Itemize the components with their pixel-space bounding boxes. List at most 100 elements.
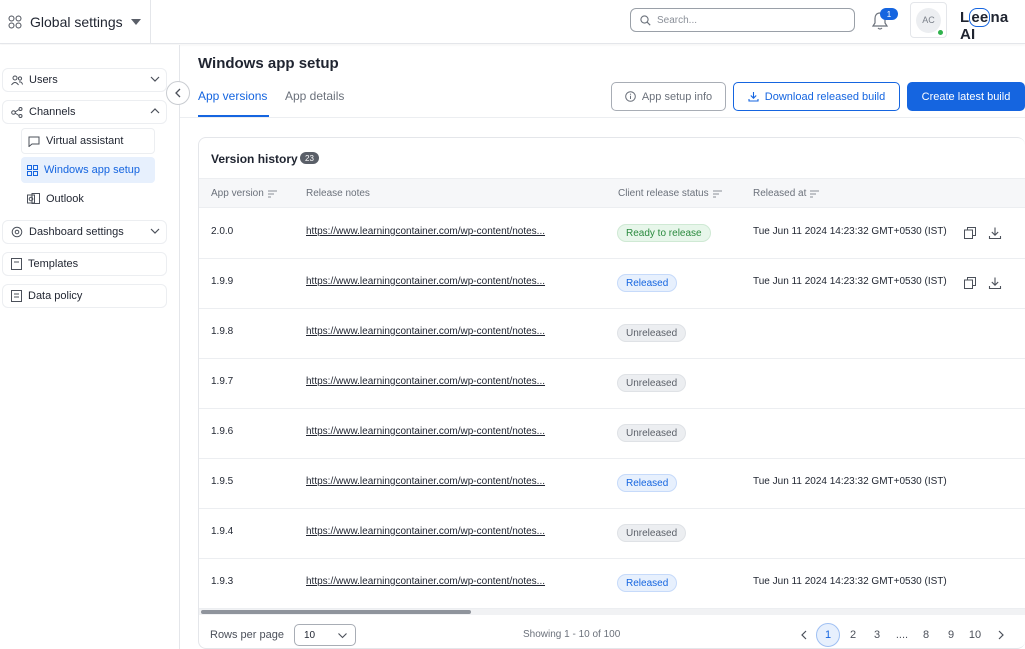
info-icon [625, 91, 636, 102]
sort-icon [810, 190, 820, 197]
status-badge: Released [617, 574, 678, 592]
table-row: 1.9.7 https://www.learningcontainer.com/w… [199, 359, 1025, 409]
status-badge: Unreleased [617, 374, 687, 392]
page-button[interactable]: 9 [939, 623, 963, 647]
page-button[interactable]: 8 [914, 623, 938, 647]
column-header-app-version[interactable]: App version [211, 188, 277, 199]
column-label: Release notes [306, 188, 370, 199]
table-row: 2.0.0 https://www.learningcontainer.com/w… [199, 209, 1025, 259]
table-row: 1.9.3 https://www.learningcontainer.com/w… [199, 559, 1025, 609]
search-input[interactable] [657, 14, 837, 26]
status-badge: Unreleased [617, 524, 687, 542]
sidebar-collapse-button[interactable] [166, 81, 190, 105]
app-version-cell: 1.9.8 [211, 326, 234, 337]
table-row: 1.9.9 https://www.learningcontainer.com/w… [199, 259, 1025, 309]
release-notes-link[interactable]: https://www.learningcontainer.com/wp-con… [306, 476, 545, 487]
caret-down-icon [130, 19, 141, 25]
status-badge: Released [617, 274, 678, 292]
chevron-left-icon [175, 88, 181, 98]
app-switcher[interactable]: Global settings [0, 0, 151, 44]
column-label: App version [211, 188, 264, 199]
button-label: Download released build [764, 90, 886, 103]
released-at-cell: Tue Jun 11 2024 14:23:32 GMT+0530 (IST) [753, 226, 947, 237]
button-label: Create latest build [921, 90, 1011, 103]
outlook-icon [27, 193, 40, 204]
tab-app-versions[interactable]: App versions [198, 89, 267, 103]
rows-per-page-value: 10 [304, 629, 316, 641]
chevron-up-icon [150, 108, 160, 114]
sidebar-item-windows-app-setup[interactable]: Windows app setup [21, 157, 155, 183]
pagination-ellipsis: .... [895, 629, 909, 641]
page-button[interactable]: 2 [841, 623, 865, 647]
sidebar-item-outlook[interactable]: Outlook [21, 186, 155, 212]
app-version-cell: 2.0.0 [211, 226, 234, 237]
sidebar-item-users[interactable]: Users [2, 68, 167, 92]
page-button[interactable]: 3 [865, 623, 889, 647]
version-history-title: Version history [211, 152, 298, 166]
sidebar-item-label: Windows app setup [44, 164, 140, 176]
previous-page-button[interactable] [792, 623, 816, 647]
release-notes-link[interactable]: https://www.learningcontainer.com/wp-con… [306, 576, 545, 587]
horizontal-scrollbar-thumb[interactable] [201, 610, 471, 614]
notification-badge: 1 [880, 8, 898, 20]
sidebar-item-templates[interactable]: Templates [2, 252, 167, 276]
release-notes-link[interactable]: https://www.learningcontainer.com/wp-con… [306, 526, 545, 537]
gear-icon [11, 226, 23, 238]
download-released-build-button[interactable]: Download released build [733, 82, 900, 111]
release-notes-link[interactable]: https://www.learningcontainer.com/wp-con… [306, 326, 545, 337]
status-badge: Unreleased [617, 324, 687, 342]
sidebar-item-virtual-assistant[interactable]: Virtual assistant [21, 128, 155, 154]
app-title: Global settings [30, 14, 123, 30]
app-version-cell: 1.9.4 [211, 526, 234, 537]
release-notes-link[interactable]: https://www.learningcontainer.com/wp-con… [306, 426, 545, 437]
next-page-button[interactable] [989, 623, 1013, 647]
column-header-release-notes: Release notes [306, 188, 370, 199]
download-icon[interactable] [988, 276, 1002, 290]
tabs-divider [180, 117, 1025, 118]
sidebar-item-data-policy[interactable]: Data policy [2, 284, 167, 308]
search-box[interactable] [630, 8, 855, 32]
app-version-cell: 1.9.9 [211, 276, 234, 287]
status-badge: Released [617, 474, 678, 492]
table-row: 1.9.4 https://www.learningcontainer.com/w… [199, 509, 1025, 559]
copy-icon[interactable] [963, 276, 977, 290]
download-icon [748, 92, 759, 102]
chevron-right-icon [998, 630, 1004, 640]
chat-icon [28, 136, 40, 147]
download-icon[interactable] [988, 226, 1002, 240]
template-icon [11, 258, 22, 270]
sidebar-item-label: Users [29, 74, 58, 86]
tab-app-details[interactable]: App details [285, 89, 344, 103]
release-notes-link[interactable]: https://www.learningcontainer.com/wp-con… [306, 226, 545, 237]
status-badge: Ready to release [617, 224, 711, 242]
sidebar-item-channels[interactable]: Channels [2, 100, 167, 124]
sidebar-item-label: Channels [29, 106, 76, 118]
sidebar-item-dashboard-settings[interactable]: Dashboard settings [2, 220, 167, 244]
apps-grid-icon [8, 15, 22, 29]
released-at-cell: Tue Jun 11 2024 14:23:32 GMT+0530 (IST) [753, 476, 947, 487]
column-header-released-at[interactable]: Released at [753, 188, 820, 199]
avatar-button[interactable]: AC [910, 2, 947, 38]
users-icon [11, 75, 23, 85]
app-setup-info-button[interactable]: App setup info [611, 82, 726, 111]
release-notes-link[interactable]: https://www.learningcontainer.com/wp-con… [306, 276, 545, 287]
table-row: 1.9.8 https://www.learningcontainer.com/w… [199, 309, 1025, 359]
table-row: 1.9.6 https://www.learningcontainer.com/w… [199, 409, 1025, 459]
release-notes-link[interactable]: https://www.learningcontainer.com/wp-con… [306, 376, 545, 387]
column-label: Released at [753, 188, 807, 199]
sort-icon [267, 190, 277, 197]
app-version-cell: 1.9.6 [211, 426, 234, 437]
app-version-cell: 1.9.3 [211, 576, 234, 587]
rows-per-page-select[interactable]: 10 [294, 624, 356, 646]
page-button[interactable]: 1 [816, 623, 840, 647]
table-header: App version Release notes Client release… [199, 178, 1025, 208]
sidebar-item-label: Outlook [46, 193, 84, 205]
copy-icon[interactable] [963, 226, 977, 240]
released-at-cell: Tue Jun 11 2024 14:23:32 GMT+0530 (IST) [753, 576, 947, 587]
top-bar: Global settings 1 AC Leena AI [0, 0, 1025, 44]
page-button[interactable]: 10 [963, 623, 987, 647]
column-header-client-release-status[interactable]: Client release status [618, 188, 722, 199]
sidebar-item-label: Dashboard settings [29, 226, 124, 238]
app-version-cell: 1.9.5 [211, 476, 234, 487]
create-latest-build-button[interactable]: Create latest build [907, 82, 1025, 111]
